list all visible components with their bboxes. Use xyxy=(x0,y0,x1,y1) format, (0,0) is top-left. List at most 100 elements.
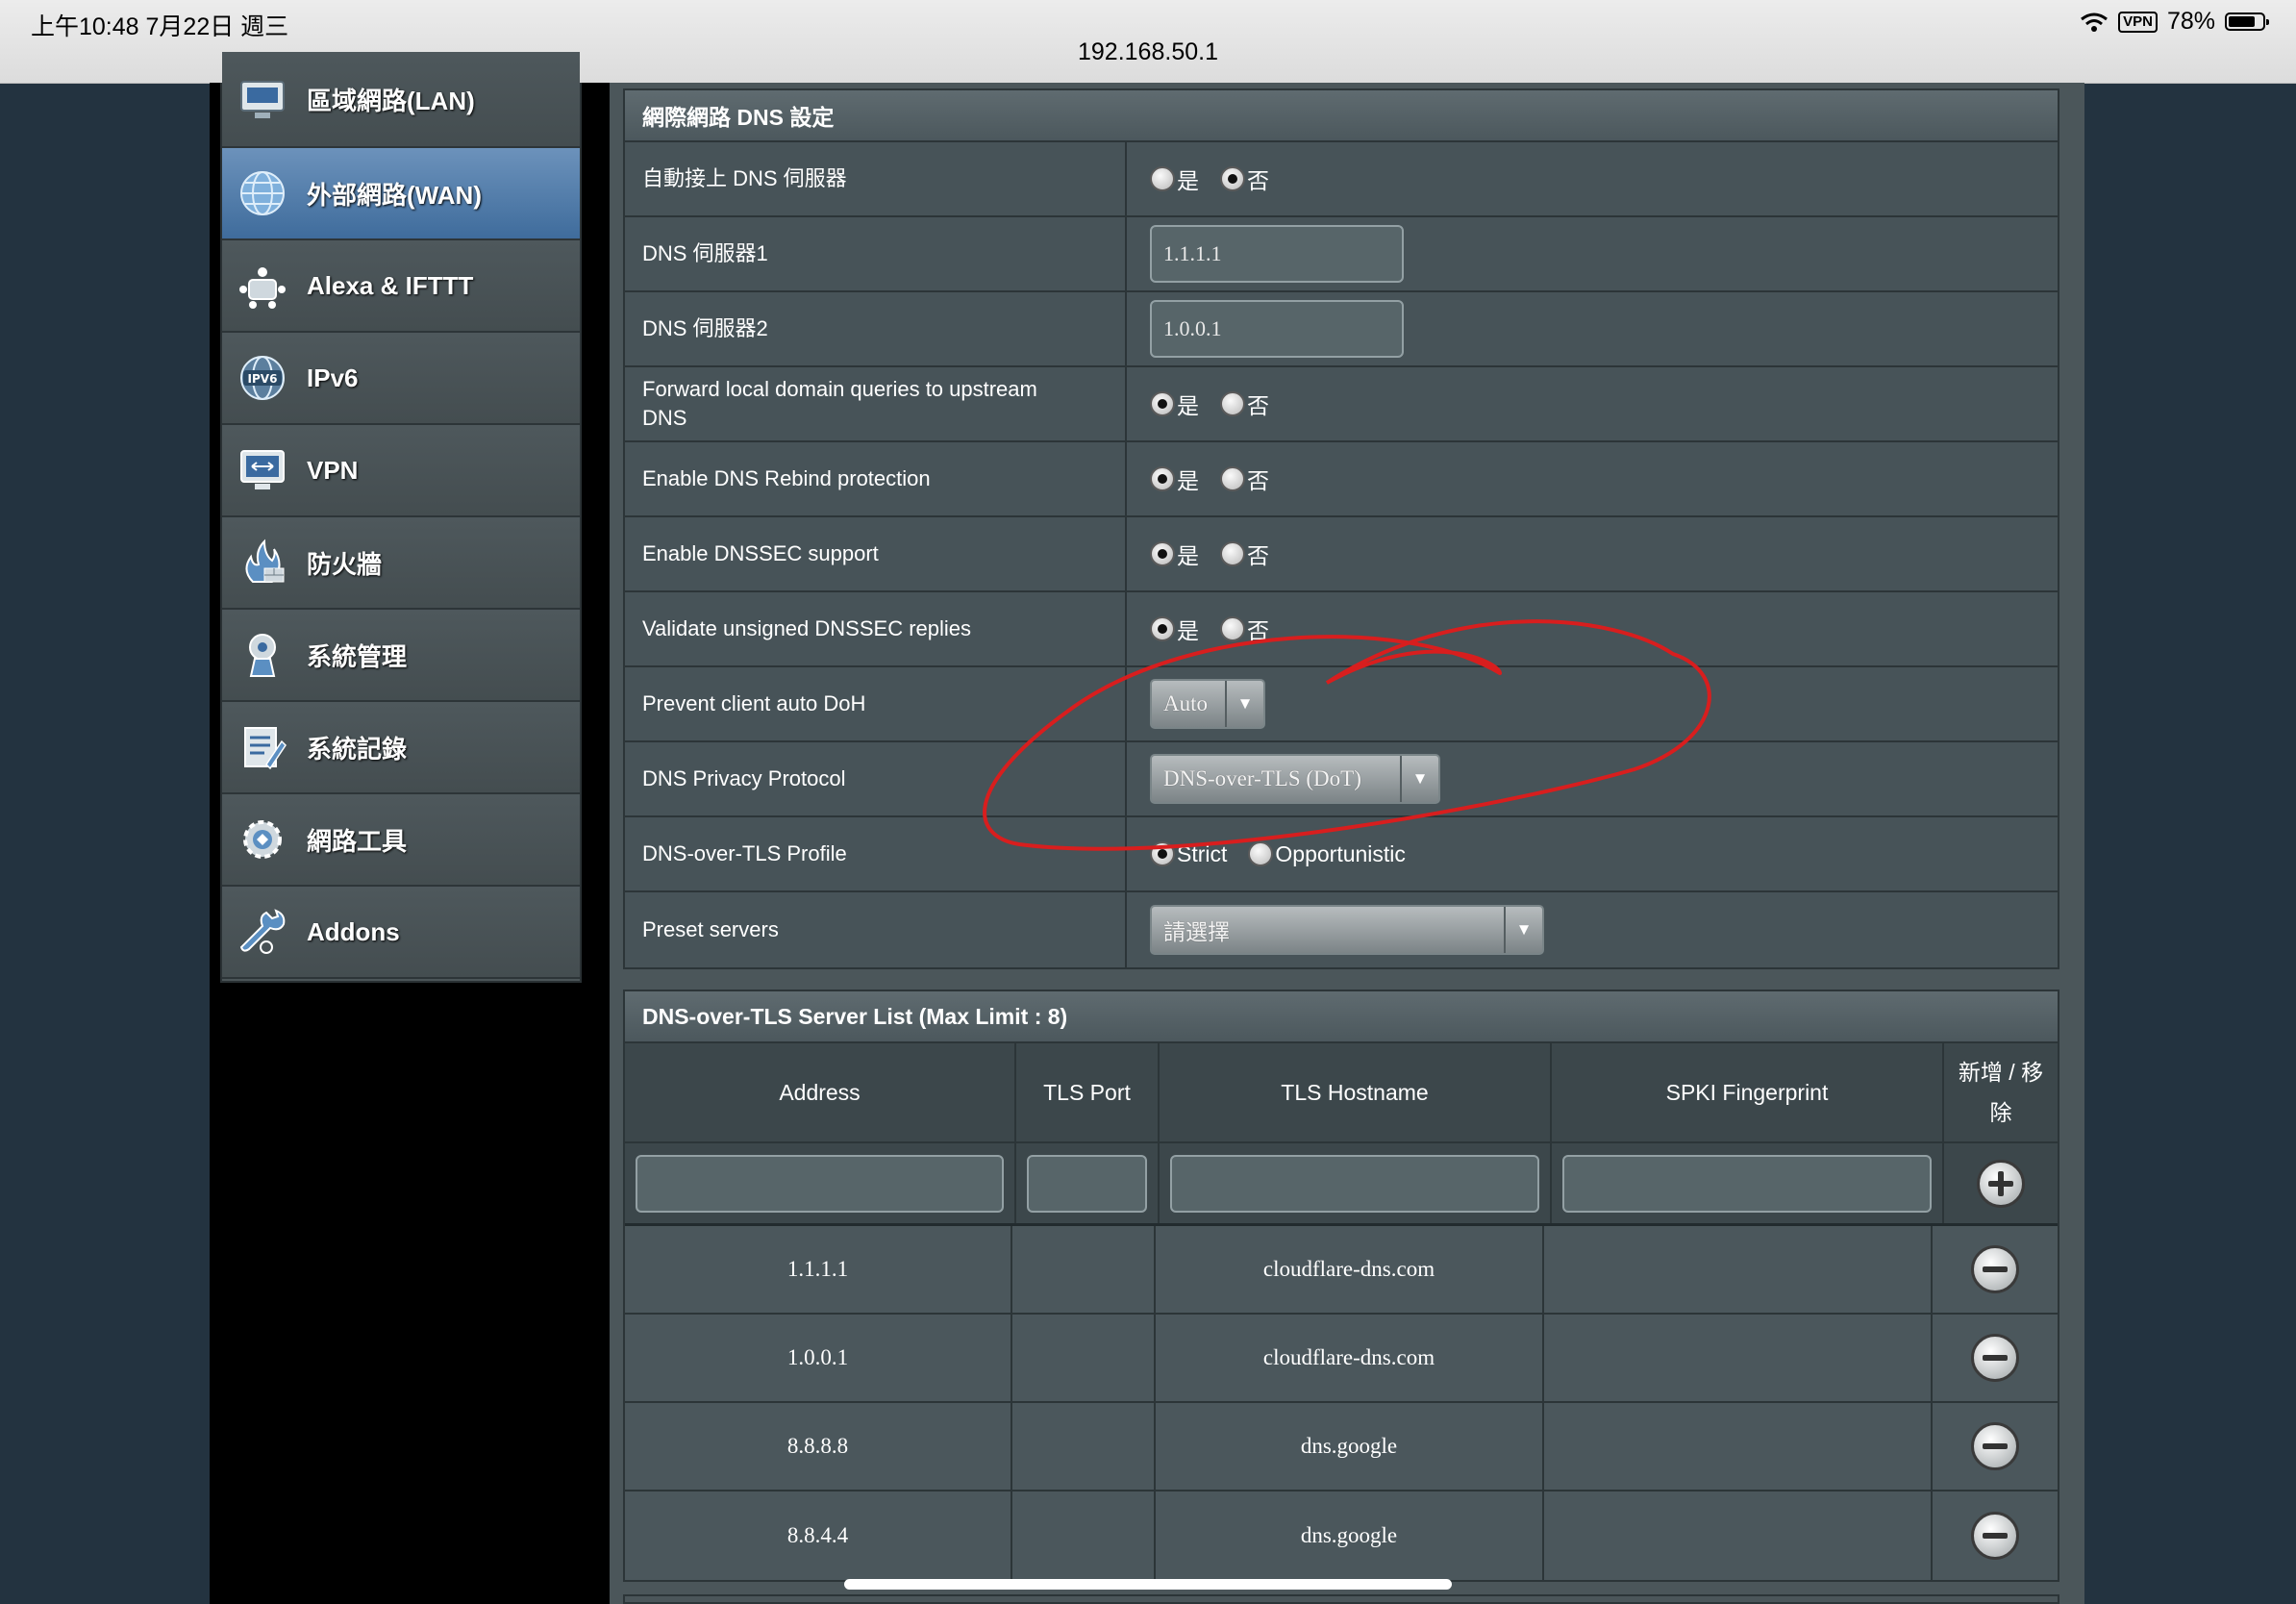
table-row: 1.0.0.1 cloudflare-dns.com xyxy=(625,1315,2058,1403)
table-row: 1.1.1.1 cloudflare-dns.com xyxy=(625,1226,2058,1315)
setting-row-dns2: DNS 伺服器2 1.0.0.1 xyxy=(625,292,2058,367)
vpn-badge: VPN xyxy=(2118,11,2158,33)
status-time: 上午10:48 7月22日 週三 xyxy=(31,13,289,40)
setting-row-privacy-protocol: DNS Privacy Protocol DNS-over-TLS (DoT) … xyxy=(625,742,2058,817)
new-address-input[interactable] xyxy=(636,1154,1004,1213)
prevent-doh-select[interactable]: Auto ▼ xyxy=(1150,679,1265,729)
remove-server-button[interactable] xyxy=(1971,1334,2019,1382)
forward-local-radio-group: 是 否 xyxy=(1127,367,2058,440)
sidebar-item-wan[interactable]: 外部網路(WAN) xyxy=(222,148,580,240)
sidebar-item-lan[interactable]: 區域網路(LAN) xyxy=(222,52,580,148)
validate-unsigned-yes-radio[interactable] xyxy=(1150,616,1175,641)
dns-server-1-input[interactable]: 1.1.1.1 xyxy=(1150,225,1404,283)
sidebar-item-addons[interactable]: Addons xyxy=(222,887,580,979)
remove-server-button[interactable] xyxy=(1971,1245,2019,1293)
radio-label-no: 否 xyxy=(1247,543,1269,568)
home-indicator[interactable] xyxy=(844,1579,1452,1590)
minus-icon xyxy=(1983,1533,2008,1539)
sidebar-item-vpn[interactable]: VPN xyxy=(222,425,580,517)
new-spki-fingerprint-input[interactable] xyxy=(1562,1154,1932,1213)
setting-label: DNS 伺服器1 xyxy=(625,217,1127,290)
rebind-yes-radio[interactable] xyxy=(1150,466,1175,491)
vpn-monitor-icon xyxy=(236,443,289,497)
sidebar-item-ipv6[interactable]: IPV6 IPv6 xyxy=(222,333,580,425)
setting-label: DNS-over-TLS Profile xyxy=(625,817,1127,890)
privacy-protocol-select[interactable]: DNS-over-TLS (DoT) ▼ xyxy=(1150,754,1440,804)
firewall-icon xyxy=(236,536,289,589)
sidebar-item-label: 系統記錄 xyxy=(307,734,408,764)
ipv6-globe-icon: IPV6 xyxy=(236,351,289,405)
radio-label-yes: 是 xyxy=(1177,168,1199,193)
radio-label-no: 否 xyxy=(1247,618,1269,643)
dot-profile-strict-radio[interactable] xyxy=(1150,841,1175,866)
new-tls-port-input[interactable] xyxy=(1027,1154,1147,1213)
auto-dns-radio-group: 是 否 xyxy=(1127,142,2058,215)
setting-row-dnssec: Enable DNSSEC support 是 否 xyxy=(625,517,2058,592)
sidebar-item-label: VPN xyxy=(307,455,359,485)
sidebar-item-label: Alexa & IFTTT xyxy=(307,270,474,300)
auto-dns-yes-radio[interactable] xyxy=(1150,166,1175,191)
column-header-tls-port: TLS Port xyxy=(1016,1043,1160,1141)
forward-local-yes-radio[interactable] xyxy=(1150,391,1175,416)
sidebar-item-firewall[interactable]: 防火牆 xyxy=(222,517,580,610)
setting-label: Preset servers xyxy=(625,892,1127,967)
minus-icon xyxy=(1983,1443,2008,1449)
server-spki-fingerprint xyxy=(1544,1491,1933,1580)
minus-icon xyxy=(1983,1266,2008,1272)
add-server-button[interactable] xyxy=(1977,1159,2025,1208)
server-tls-hostname: cloudflare-dns.com xyxy=(1156,1315,1544,1401)
sidebar-item-system-log[interactable]: 系統記錄 xyxy=(222,702,580,794)
validate-unsigned-radio-group: 是 否 xyxy=(1127,592,2058,665)
sidebar-item-alexa-ifttt[interactable]: Alexa & IFTTT xyxy=(222,240,580,333)
remove-server-button[interactable] xyxy=(1971,1512,2019,1560)
dot-profile-opportunistic-radio[interactable] xyxy=(1248,841,1274,866)
status-indicators: VPN 78% xyxy=(2080,8,2269,36)
validate-unsigned-no-radio[interactable] xyxy=(1220,616,1245,641)
chevron-down-icon: ▼ xyxy=(1225,681,1263,727)
setting-row-auto-dns: 自動接上 DNS 伺服器 是 否 xyxy=(625,142,2058,217)
panel-title: DNS-over-TLS Server List (Max Limit : 8) xyxy=(625,991,2058,1043)
server-spki-fingerprint xyxy=(1544,1315,1933,1401)
dot-server-list-panel: DNS-over-TLS Server List (Max Limit : 8)… xyxy=(623,990,2059,1582)
server-address: 1.1.1.1 xyxy=(625,1226,1012,1313)
preset-servers-select[interactable]: 請選擇 ▼ xyxy=(1150,905,1544,955)
column-header-add-remove: 新增 / 移除 xyxy=(1958,1060,2044,1125)
wrench-icon xyxy=(236,905,289,959)
table-header: Address TLS Port TLS Hostname SPKI Finge… xyxy=(625,1043,2058,1143)
setting-label: Enable DNS Rebind protection xyxy=(625,442,1127,515)
dnssec-yes-radio[interactable] xyxy=(1150,541,1175,566)
column-header-address: Address xyxy=(625,1043,1016,1141)
sidebar-item-administration[interactable]: 系統管理 xyxy=(222,610,580,702)
new-server-input-row xyxy=(625,1143,2058,1226)
sidebar-item-label: 外部網路(WAN) xyxy=(307,180,482,210)
radio-label-no: 否 xyxy=(1247,393,1269,418)
auto-dns-no-radio[interactable] xyxy=(1220,166,1245,191)
radio-label-yes: 是 xyxy=(1177,543,1199,568)
rebind-no-radio[interactable] xyxy=(1220,466,1245,491)
setting-label: Prevent client auto DoH xyxy=(625,667,1127,740)
setting-label: 自動接上 DNS 伺服器 xyxy=(625,142,1127,215)
server-tls-port xyxy=(1012,1491,1156,1580)
setting-row-dns1: DNS 伺服器1 1.1.1.1 xyxy=(625,217,2058,292)
wifi-icon xyxy=(2081,13,2109,32)
setting-label: DNS 伺服器2 xyxy=(625,292,1127,365)
server-tls-port xyxy=(1012,1226,1156,1313)
dns-server-2-input[interactable]: 1.0.0.1 xyxy=(1150,300,1404,358)
forward-local-no-radio[interactable] xyxy=(1220,391,1245,416)
sidebar-menu: 區域網路(LAN) 外部網路(WAN) Alexa & IFTTT IPV6 I… xyxy=(220,52,582,983)
select-value: 請選擇 xyxy=(1163,920,1230,944)
column-header-tls-hostname: TLS Hostname xyxy=(1160,1043,1552,1141)
dnssec-radio-group: 是 否 xyxy=(1127,517,2058,590)
minus-icon xyxy=(1983,1355,2008,1361)
setting-label: Enable DNSSEC support xyxy=(625,517,1127,590)
sidebar-item-label: IPv6 xyxy=(307,363,359,392)
new-tls-hostname-input[interactable] xyxy=(1170,1154,1539,1213)
table-row: 8.8.8.8 dns.google xyxy=(625,1403,2058,1491)
remove-server-button[interactable] xyxy=(1971,1422,2019,1470)
chevron-down-icon: ▼ xyxy=(1504,907,1542,953)
sidebar-item-network-tools[interactable]: 網路工具 xyxy=(222,794,580,887)
dot-profile-radio-group: Strict Opportunistic xyxy=(1127,817,2058,890)
smart-home-icon xyxy=(236,259,289,313)
admin-gear-icon xyxy=(236,628,289,682)
dnssec-no-radio[interactable] xyxy=(1220,541,1245,566)
